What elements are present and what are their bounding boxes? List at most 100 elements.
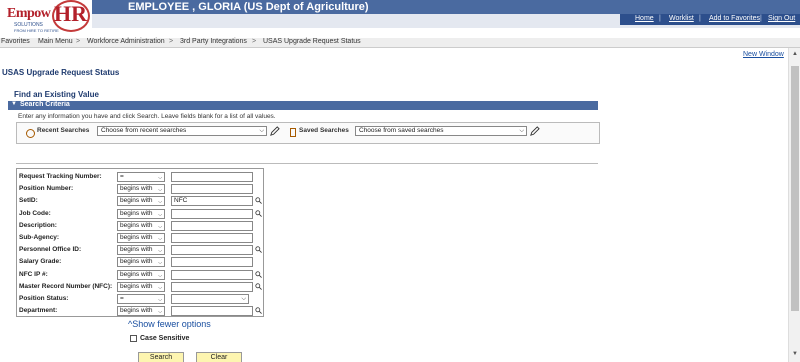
add-to-favorites-link[interactable]: Add to Favorites — [709, 15, 760, 22]
logo-tagline: FROM HIRE TO RETIRE — [14, 28, 59, 33]
operator-dropdown[interactable]: begins with ⌵ — [117, 306, 165, 317]
operator-dropdown[interactable]: begins with ⌵ — [117, 281, 165, 292]
show-fewer-options-label: Show fewer options — [132, 319, 211, 329]
value-input[interactable] — [171, 220, 253, 231]
value-input[interactable] — [171, 257, 253, 268]
chevron-down-icon: ⌵ — [158, 248, 162, 255]
recent-searches-placeholder: Choose from recent searches — [101, 127, 187, 134]
field-label: Description: — [19, 221, 57, 229]
operator-dropdown[interactable]: begins with ⌵ — [117, 245, 165, 256]
chevron-down-icon: ⌵ — [158, 175, 162, 181]
operator-value: begins with — [120, 270, 153, 278]
chevron-right-icon: > — [252, 38, 257, 45]
lookup-magnifier-icon[interactable] — [255, 283, 262, 290]
chevron-down-icon: ⌵ — [158, 284, 162, 291]
value-input[interactable] — [171, 172, 253, 182]
lookup-magnifier-icon[interactable] — [255, 197, 262, 205]
field-label: Personnel Office ID: — [19, 246, 82, 254]
vertical-scrollbar[interactable]: ▲ ▼ — [788, 48, 800, 362]
operator-dropdown[interactable]: begins with ⌵ — [117, 184, 165, 195]
saved-searches-icon — [290, 128, 296, 137]
operator-value: begins with — [120, 258, 153, 266]
logo-word-2: HR — [54, 1, 87, 26]
value-input[interactable] — [171, 208, 253, 219]
operator-dropdown[interactable]: = ⌵ — [117, 172, 165, 182]
operator-value: begins with — [120, 221, 153, 229]
operator-value: begins with — [120, 307, 153, 315]
recent-searches-dropdown[interactable]: Choose from recent searches ⌵ — [97, 126, 267, 136]
search-button[interactable]: Search — [138, 352, 184, 362]
chevron-down-icon: ⌵ — [259, 128, 264, 134]
breadcrumb-main-menu[interactable]: Main Menu — [38, 38, 73, 45]
value-input[interactable] — [171, 233, 253, 243]
value-input[interactable] — [171, 269, 253, 280]
scroll-up-icon[interactable]: ▲ — [792, 51, 798, 57]
link-separator: | — [659, 15, 661, 22]
search-field-row: Department: begins with ⌵ — [17, 305, 263, 317]
sign-out-link[interactable]: Sign Out — [768, 15, 795, 22]
worklist-link[interactable]: Worklist — [669, 15, 694, 22]
lookup-magnifier-icon[interactable] — [255, 270, 262, 278]
value-input[interactable] — [171, 306, 253, 317]
search-field-row: NFC IP #: begins with ⌵ — [17, 269, 263, 281]
operator-value: begins with — [120, 209, 153, 217]
breadcrumb-favorites[interactable]: Favorites — [1, 38, 30, 45]
recent-searches-icon — [26, 129, 35, 138]
scroll-down-icon[interactable]: ▼ — [792, 351, 798, 357]
logo-word-1: Empow — [7, 6, 51, 21]
lookup-magnifier-icon[interactable] — [255, 246, 262, 254]
page-title: USAS Upgrade Request Status — [2, 68, 120, 77]
show-fewer-options-link[interactable]: ^Show fewer options — [128, 319, 211, 329]
edit-pencil-icon[interactable] — [269, 126, 280, 137]
edit-pencil-icon[interactable] — [529, 126, 540, 137]
operator-value: begins with — [120, 246, 153, 254]
breadcrumb: Favorites Main Menu > Workforce Administ… — [0, 38, 800, 48]
new-window-link[interactable]: New Window — [743, 51, 784, 58]
value-input[interactable] — [171, 245, 253, 256]
operator-dropdown[interactable]: begins with ⌵ — [117, 269, 165, 280]
divider — [16, 163, 598, 164]
search-field-row: Sub-Agency: begins with ⌵ — [17, 232, 263, 244]
operator-dropdown[interactable]: begins with ⌵ — [117, 220, 165, 231]
operator-value: begins with — [120, 197, 153, 205]
search-field-row: Salary Grade: begins with ⌵ — [17, 256, 263, 268]
value-input[interactable] — [171, 184, 253, 195]
chevron-down-icon: ⌵ — [158, 236, 162, 242]
saved-searches-label: Saved Searches — [299, 127, 349, 134]
field-value: NFC — [174, 197, 188, 205]
collapse-triangle-icon: ▼ — [11, 101, 17, 107]
value-dropdown[interactable]: ⌵ — [171, 294, 249, 304]
scroll-thumb[interactable] — [791, 66, 799, 311]
saved-searches-dropdown[interactable]: Choose from saved searches ⌵ — [355, 126, 527, 136]
home-link[interactable]: Home — [635, 15, 654, 22]
operator-value: begins with — [120, 282, 153, 290]
value-input[interactable]: NFC — [171, 196, 253, 207]
breadcrumb-workforce-administration[interactable]: Workforce Administration — [87, 38, 165, 45]
lookup-magnifier-icon[interactable] — [255, 209, 262, 217]
search-field-row: SetID: begins with ⌵ NFC — [17, 195, 263, 207]
value-input[interactable] — [171, 281, 253, 292]
operator-dropdown[interactable]: begins with ⌵ — [117, 233, 165, 243]
chevron-down-icon: ⌵ — [158, 272, 162, 279]
search-field-row: Job Code: begins with ⌵ — [17, 208, 263, 220]
saved-searches-placeholder: Choose from saved searches — [359, 127, 444, 134]
chevron-down-icon: ⌵ — [158, 309, 162, 316]
operator-dropdown[interactable]: begins with ⌵ — [117, 208, 165, 219]
breadcrumb-usas-upgrade: USAS Upgrade Request Status — [263, 38, 361, 45]
operator-dropdown[interactable]: begins with ⌵ — [117, 196, 165, 207]
field-label: NFC IP #: — [19, 270, 48, 278]
lookup-magnifier-icon[interactable] — [255, 307, 262, 315]
clear-button[interactable]: Clear — [196, 352, 242, 362]
operator-dropdown[interactable]: begins with ⌵ — [117, 257, 165, 268]
recent-searches-label: Recent Searches — [37, 127, 90, 134]
search-field-row: Personnel Office ID: begins with ⌵ — [17, 244, 263, 256]
case-sensitive-checkbox[interactable] — [130, 335, 137, 342]
search-criteria-label: Search Criteria — [20, 101, 70, 108]
operator-dropdown[interactable]: = ⌵ — [117, 294, 165, 304]
field-label: Position Status: — [19, 295, 69, 302]
chevron-down-icon: ⌵ — [158, 187, 162, 194]
field-label: SetID: — [19, 197, 38, 205]
search-criteria-header[interactable]: ▼ Search Criteria — [8, 101, 598, 110]
breadcrumb-3rd-party-integrations[interactable]: 3rd Party Integrations — [180, 38, 247, 45]
chevron-down-icon: ⌵ — [158, 223, 162, 230]
